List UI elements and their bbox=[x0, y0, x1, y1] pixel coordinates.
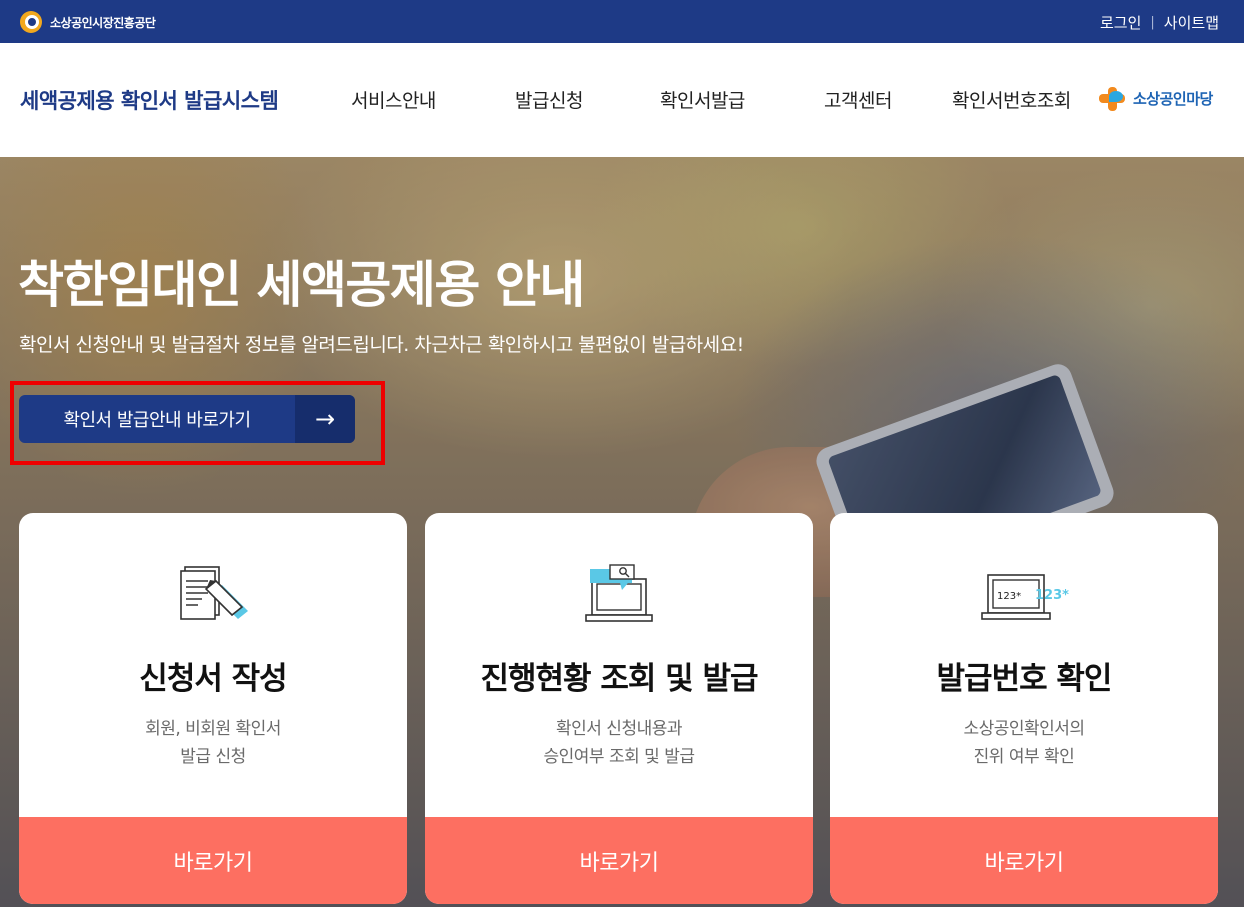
guide-button-label: 확인서 발급안내 바로가기 bbox=[63, 410, 251, 431]
brand-name: 소상공인마당 bbox=[1133, 89, 1213, 108]
card-title: 진행현황 조회 및 발급 bbox=[480, 661, 758, 697]
card-issue-number-check: 123* 123* 발급번호 확인 소상공인확인서의 진위 여부 확인 바로가기 bbox=[830, 513, 1218, 904]
card-title: 신청서 작성 bbox=[139, 661, 287, 697]
card-go-button[interactable]: 바로가기 bbox=[425, 817, 813, 904]
card-progress-status: 진행현황 조회 및 발급 확인서 신청내용과 승인여부 조회 및 발급 바로가기 bbox=[425, 513, 813, 904]
card-application-form: 신청서 작성 회원, 비회원 확인서 발급 신청 바로가기 bbox=[19, 513, 407, 904]
org-logo-icon bbox=[20, 11, 44, 33]
nav-item-issue[interactable]: 확인서발급 bbox=[660, 86, 745, 113]
card-description: 회원, 비회원 확인서 발급 신청 bbox=[145, 719, 281, 767]
nav-item-number-lookup[interactable]: 확인서번호조회 bbox=[952, 86, 1071, 113]
card-description: 소상공인확인서의 진위 여부 확인 bbox=[963, 719, 1085, 767]
nav-item-service-info[interactable]: 서비스안내 bbox=[351, 86, 436, 113]
arrow-right-icon: → bbox=[295, 395, 355, 443]
org-logo-link[interactable]: 소상공인시장진흥공단 bbox=[20, 11, 156, 33]
top-utility-bar: 소상공인시장진흥공단 로그인 | 사이트맵 bbox=[0, 0, 1244, 43]
hero-title: 착한임대인 세액공제용 안내 bbox=[18, 256, 585, 314]
card-title: 발급번호 확인 bbox=[936, 661, 1113, 697]
utility-links: 로그인 | 사이트맵 bbox=[1100, 12, 1219, 33]
main-header: 세액공제용 확인서 발급시스템 서비스안내 발급신청 확인서발급 고객센터 확인… bbox=[0, 43, 1244, 157]
svg-text:123*: 123* bbox=[997, 591, 1021, 602]
brand-link[interactable]: 소상공인마당 bbox=[1097, 85, 1213, 111]
nav-item-customer-center[interactable]: 고객센터 bbox=[824, 86, 892, 113]
sitemap-link[interactable]: 사이트맵 bbox=[1164, 12, 1219, 33]
hero-subtitle: 확인서 신청안내 및 발급절차 정보를 알려드립니다. 차근차근 확인하시고 불… bbox=[19, 334, 744, 356]
org-name: 소상공인시장진흥공단 bbox=[50, 15, 156, 30]
laptop-search-icon bbox=[425, 563, 813, 633]
card-description: 확인서 신청내용과 승인여부 조회 및 발급 bbox=[543, 719, 695, 767]
svg-text:123*: 123* bbox=[1035, 588, 1069, 603]
nav-item-apply[interactable]: 발급신청 bbox=[515, 86, 583, 113]
login-link[interactable]: 로그인 bbox=[1100, 12, 1141, 33]
laptop-number-icon: 123* 123* bbox=[830, 563, 1218, 633]
hero-section: 착한임대인 세액공제용 안내 확인서 신청안내 및 발급절차 정보를 알려드립니… bbox=[0, 157, 1244, 907]
brand-logo-icon bbox=[1097, 85, 1129, 111]
utility-separator: | bbox=[1150, 15, 1155, 30]
card-go-button[interactable]: 바로가기 bbox=[19, 817, 407, 904]
site-title[interactable]: 세액공제용 확인서 발급시스템 bbox=[20, 85, 279, 115]
card-go-button[interactable]: 바로가기 bbox=[830, 817, 1218, 904]
document-pencil-icon bbox=[19, 563, 407, 633]
guide-shortcut-button[interactable]: 확인서 발급안내 바로가기 → bbox=[19, 395, 355, 443]
